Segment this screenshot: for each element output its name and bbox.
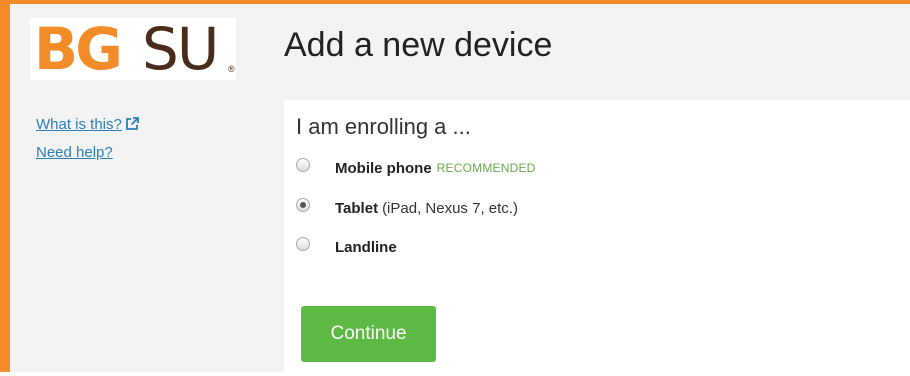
logo-registered-mark: ®: [228, 64, 235, 74]
mobile-phone-label: Mobile phone: [335, 159, 432, 177]
option-mobile-phone[interactable]: Mobile phone RECOMMENDED: [296, 156, 716, 180]
enrollment-panel: I am enrolling a ... Mobile phone RECOMM…: [284, 100, 910, 376]
page-frame: BG SU ® Add a new device What is this? N…: [0, 0, 910, 376]
landline-label: Landline: [335, 238, 397, 256]
logo-text-bg: BG: [34, 15, 123, 83]
option-landline[interactable]: Landline: [296, 235, 716, 259]
bgsu-logo: BG SU ®: [30, 18, 236, 80]
sidebar-links: What is this? Need help?: [36, 116, 139, 170]
tablet-note: (iPad, Nexus 7, etc.): [382, 199, 518, 217]
enrollment-heading: I am enrolling a ...: [296, 114, 471, 139]
mobile-phone-radio[interactable]: [296, 158, 310, 172]
external-link-icon: [125, 117, 139, 136]
recommended-badge: RECOMMENDED: [436, 161, 536, 175]
tablet-radio[interactable]: [296, 198, 310, 212]
landline-radio[interactable]: [296, 237, 310, 251]
logo-text-su: SU: [142, 15, 219, 83]
page-title: Add a new device: [284, 26, 553, 64]
tablet-label: Tablet: [335, 199, 379, 217]
option-tablet[interactable]: Tablet (iPad, Nexus 7, etc.): [296, 196, 716, 220]
continue-button[interactable]: Continue: [301, 306, 436, 362]
need-help-link[interactable]: Need help?: [36, 144, 139, 162]
what-is-this-link[interactable]: What is this?: [36, 116, 139, 136]
what-is-this-label: What is this?: [36, 116, 122, 133]
